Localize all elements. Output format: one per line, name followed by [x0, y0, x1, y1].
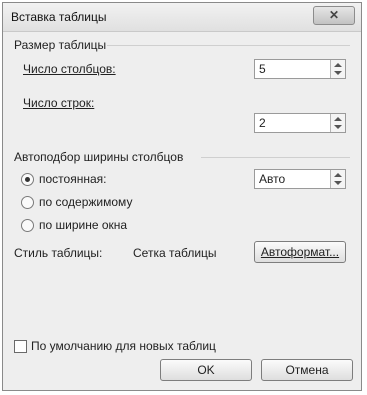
ok-button[interactable]: OK: [160, 359, 252, 381]
rows-spin-arrows[interactable]: [330, 114, 345, 132]
close-icon: ✕: [328, 8, 340, 22]
arrow-up-icon[interactable]: [334, 173, 342, 177]
radio-window[interactable]: [21, 219, 34, 232]
close-button[interactable]: ✕: [313, 6, 355, 25]
radio-fixed[interactable]: [21, 173, 34, 186]
radio-content[interactable]: [21, 196, 34, 209]
rows-stepper[interactable]: 2: [254, 113, 346, 133]
table-style-label: Стиль таблицы:: [14, 246, 103, 260]
arrow-up-icon[interactable]: [334, 63, 342, 67]
columns-label: Число столбцов:: [23, 62, 116, 76]
rows-value: 2: [259, 116, 266, 130]
fixed-width-spin-arrows[interactable]: [330, 170, 345, 188]
columns-value: 5: [259, 62, 266, 76]
insert-table-dialog: Вставка таблицы ✕ Размер таблицы Число с…: [2, 2, 362, 391]
arrow-down-icon[interactable]: [334, 71, 342, 75]
size-group-divider: [107, 45, 350, 46]
rows-label: Число строк:: [23, 96, 95, 110]
title-bar: Вставка таблицы ✕: [3, 3, 361, 32]
radio-selected-dot: [25, 177, 30, 182]
size-group-title: Размер таблицы: [14, 38, 107, 52]
radio-content-label: по содержимому: [39, 195, 133, 209]
radio-window-label: по ширине окна: [39, 218, 128, 232]
autofit-group-title: Автоподбор ширины столбцов: [14, 150, 184, 164]
columns-spin-arrows[interactable]: [330, 60, 345, 78]
autofit-group-divider: [201, 157, 350, 158]
radio-fixed-label: постоянная:: [39, 172, 107, 186]
fixed-width-stepper[interactable]: Авто: [254, 169, 346, 189]
arrow-up-icon[interactable]: [334, 117, 342, 121]
default-checkbox-label: По умолчанию для новых таблиц: [31, 339, 216, 353]
columns-stepper[interactable]: 5: [254, 59, 346, 79]
dialog-title: Вставка таблицы: [11, 10, 107, 24]
arrow-down-icon[interactable]: [334, 181, 342, 185]
autoformat-button[interactable]: Автоформат...: [254, 241, 346, 263]
fixed-width-value: Авто: [259, 172, 286, 186]
cancel-button[interactable]: Отмена: [261, 359, 353, 381]
default-checkbox[interactable]: [14, 340, 27, 353]
table-style-value: Сетка таблицы: [133, 246, 217, 260]
arrow-down-icon[interactable]: [334, 125, 342, 129]
